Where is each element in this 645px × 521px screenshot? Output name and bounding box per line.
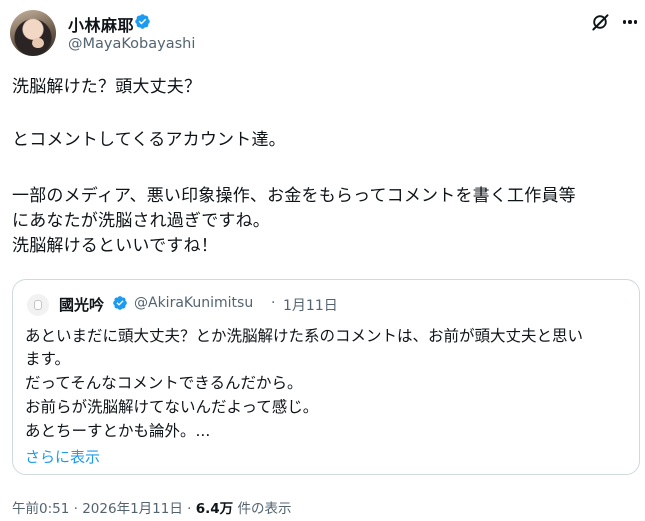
author-handle[interactable]: @MayaKobayashi [68,36,195,52]
tweet-text-line: 洗脳解けるといいですね！ [12,236,218,256]
quoted-text-line: ます。 [25,350,70,368]
separator-dot: · [73,501,78,517]
tweet: 小林麻耶 @MayaKobayashi 洗脳解けた？頭大丈夫？ とコメントしてく… [0,0,645,521]
author-avatar[interactable] [10,10,56,56]
tweet-text-line: 一部のメディア、悪い印象操作、お金をもらってコメントを書く工作員等 [12,186,576,206]
quoted-text-line: あとちーすとかも論外。... [25,422,211,440]
author-name[interactable]: 小林麻耶 [68,12,134,36]
tweet-date[interactable]: 2026年1月11日 [82,501,183,517]
quoted-tweet-card[interactable]: 國光吟 @AkiraKunimitsu · 1月11日 あといまだに頭大丈夫？と… [12,279,640,475]
tweet-time[interactable]: 午前0:51 [12,501,69,517]
more-options-icon[interactable] [620,12,640,32]
views-count[interactable]: 6.4万 [196,501,233,517]
views-label: 件の表示 [237,501,292,517]
quoted-text-line: あといまだに頭大丈夫？とか洗脳解けた系のコメントは、お前が頭大丈夫と思い [25,327,584,345]
quoted-author-avatar[interactable] [27,294,49,316]
tweet-text-line: 洗脳解けた？頭大丈夫？ [12,77,202,97]
verified-badge-icon [113,296,127,310]
grok-icon[interactable] [590,12,610,32]
separator-dot: · [271,295,276,311]
quoted-text-line: お前らが洗脳解けてないんだよって感じ。 [25,398,319,416]
quoted-text-line: だってそんなコメントできるんだから。 [25,374,303,392]
tweet-text-line: にあなたが洗脳され過ぎですね。 [12,211,270,231]
tweet-meta: 午前0:51 · 2026年1月11日 · 6.4万 件の表示 [12,497,291,517]
quoted-author-name[interactable]: 國光吟 [59,294,104,315]
quoted-tweet-date[interactable]: 1月11日 [283,295,338,315]
quoted-author-handle[interactable]: @AkiraKunimitsu [134,295,253,311]
verified-badge-icon [135,14,150,29]
separator-dot: · [187,501,192,517]
tweet-text-line: とコメントしてくるアカウント達。 [12,130,286,150]
show-more-link[interactable]: さらに表示 [25,446,100,467]
